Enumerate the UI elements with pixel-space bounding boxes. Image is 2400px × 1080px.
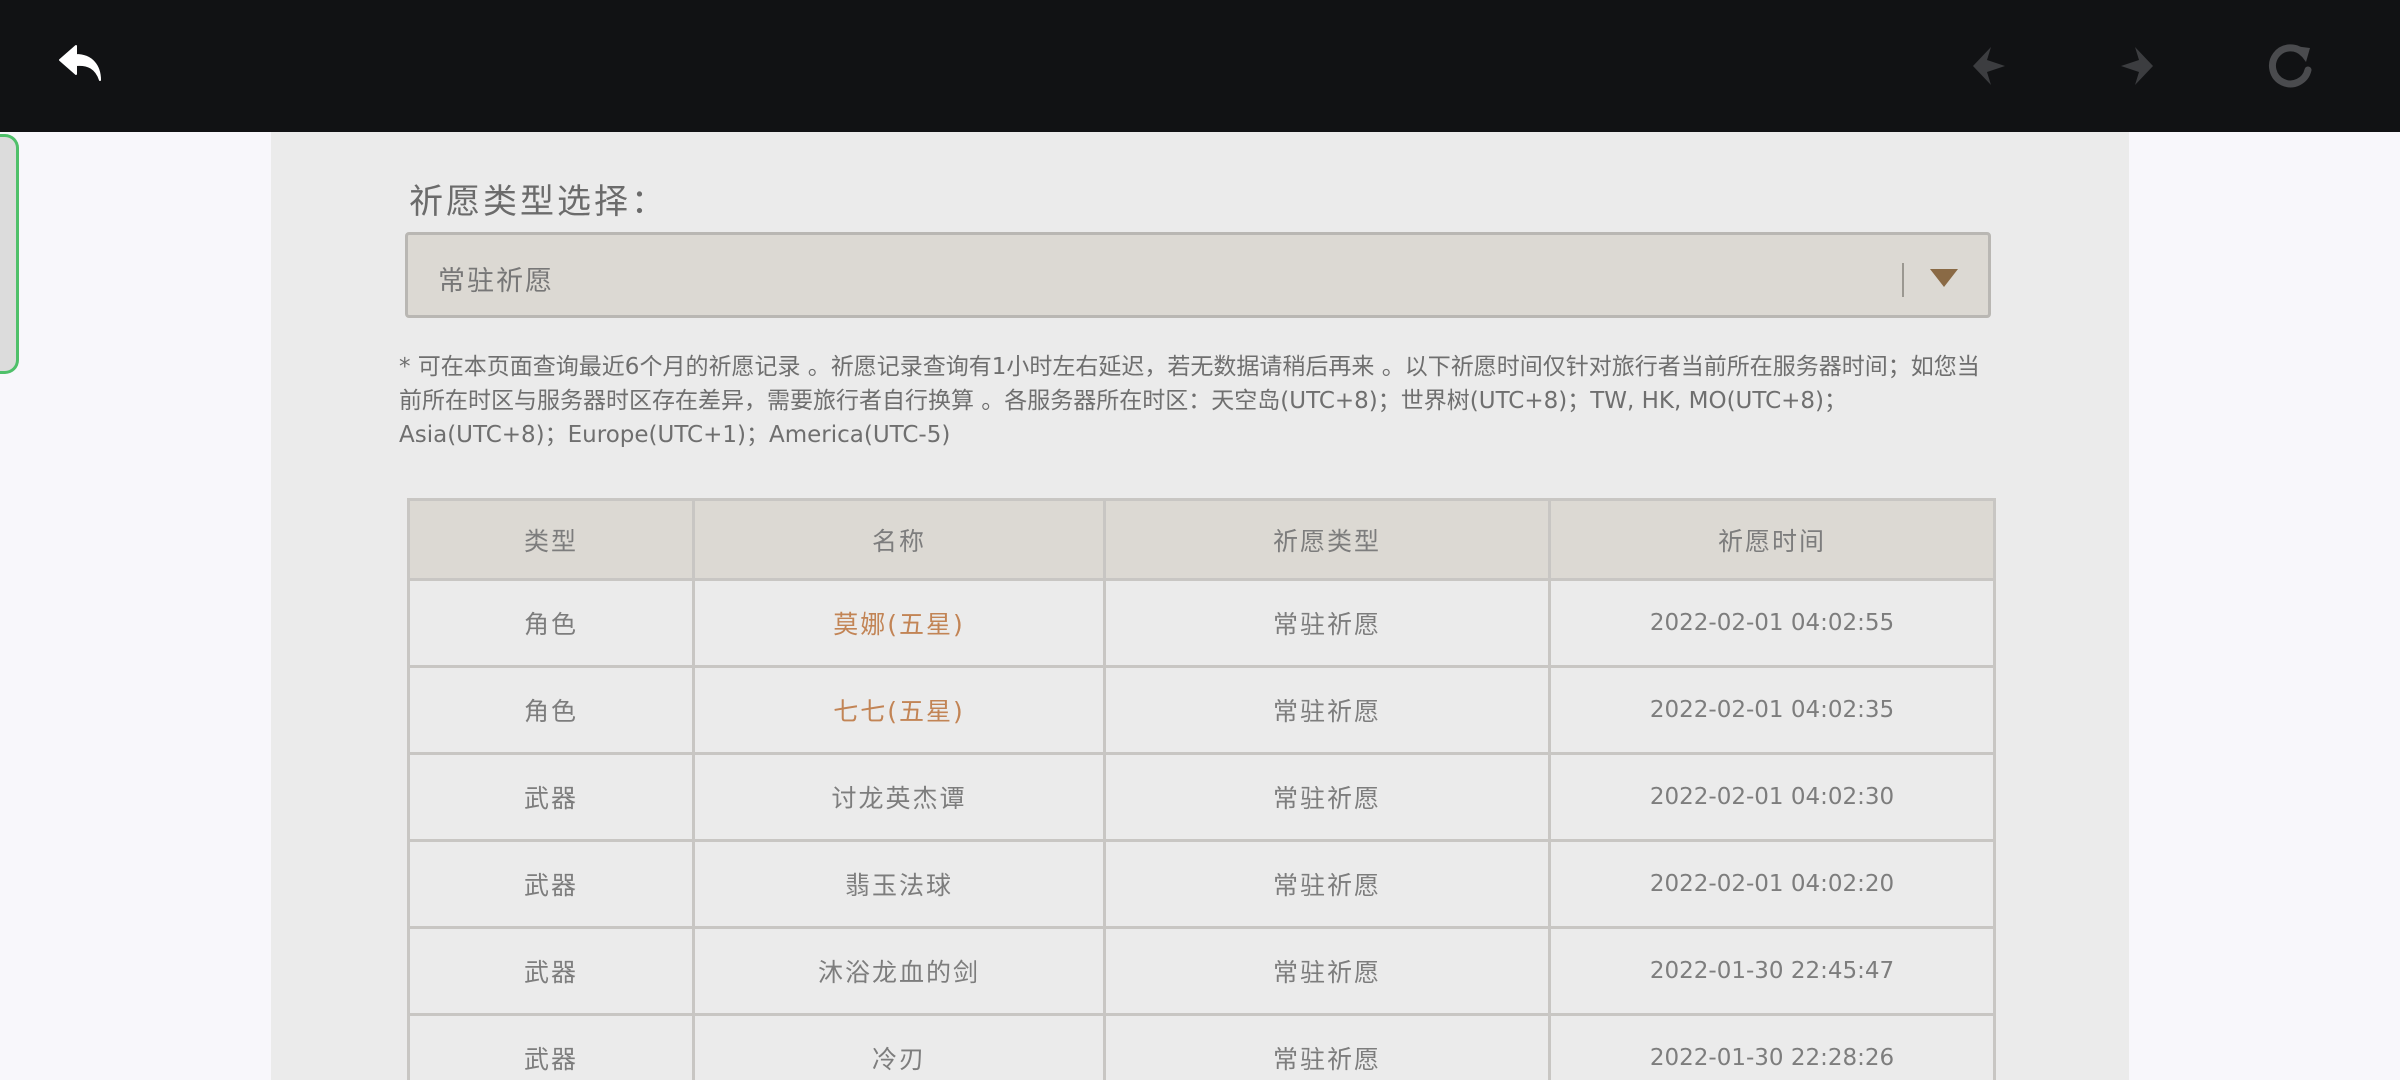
table-row: 武器 冷刃 常驻祈愿 2022-01-30 22:28:26: [407, 1013, 1996, 1080]
nav-prev-button[interactable]: [1954, 30, 2026, 102]
cell-time: 2022-02-01 04:02:20: [1548, 839, 1996, 929]
header-wish-time: 祈愿时间: [1548, 498, 1996, 581]
cell-wish-type: 常驻祈愿: [1103, 752, 1551, 842]
cell-name: 莫娜(五星): [692, 578, 1106, 668]
nav-next-icon: [2121, 47, 2153, 85]
wish-type-label: 祈愿类型选择：: [409, 182, 668, 222]
table-row: 武器 沐浴龙血的剑 常驻祈愿 2022-01-30 22:45:47: [407, 926, 1996, 1016]
refresh-button[interactable]: [2254, 30, 2326, 102]
wish-type-selected-value: 常驻祈愿: [438, 266, 554, 297]
cell-type: 武器: [407, 926, 695, 1016]
cell-type: 角色: [407, 665, 695, 755]
cell-type: 武器: [407, 752, 695, 842]
nav-next-button[interactable]: [2100, 30, 2172, 102]
refresh-icon: [2269, 44, 2312, 88]
chevron-down-icon: [1930, 269, 1958, 287]
query-notice: * 可在本页面查询最近6个月的祈愿记录 。祈愿记录查询有1小时左右延迟，若无数据…: [399, 354, 1980, 448]
cell-time: 2022-02-01 04:02:30: [1548, 752, 1996, 842]
side-drawer-handle[interactable]: [0, 134, 19, 374]
back-button[interactable]: [46, 30, 118, 102]
wish-records-table: 类型 名称 祈愿类型 祈愿时间 角色 莫娜(五星) 常驻祈愿 2022-02-0…: [407, 498, 1996, 1080]
cell-wish-type: 常驻祈愿: [1103, 839, 1551, 929]
cell-time: 2022-02-01 04:02:35: [1548, 665, 1996, 755]
cell-name: 翡玉法球: [692, 839, 1106, 929]
wish-type-select[interactable]: 常驻祈愿: [405, 232, 1991, 318]
cell-wish-type: 常驻祈愿: [1103, 665, 1551, 755]
cell-type: 武器: [407, 1013, 695, 1080]
table-header-row: 类型 名称 祈愿类型 祈愿时间: [407, 498, 1996, 581]
table-row: 武器 翡玉法球 常驻祈愿 2022-02-01 04:02:20: [407, 839, 1996, 929]
select-divider: [1902, 263, 1904, 297]
table-row: 武器 讨龙英杰谭 常驻祈愿 2022-02-01 04:02:30: [407, 752, 1996, 842]
cell-time: 2022-01-30 22:28:26: [1548, 1013, 1996, 1080]
cell-name: 冷刃: [692, 1013, 1106, 1080]
cell-time: 2022-01-30 22:45:47: [1548, 926, 1996, 1016]
table-row: 角色 七七(五星) 常驻祈愿 2022-02-01 04:02:35: [407, 665, 1996, 755]
cell-wish-type: 常驻祈愿: [1103, 926, 1551, 1016]
cell-type: 武器: [407, 839, 695, 929]
back-arrow-icon: [59, 45, 101, 81]
cell-wish-type: 常驻祈愿: [1103, 1013, 1551, 1080]
cell-name: 七七(五星): [692, 665, 1106, 755]
cell-time: 2022-02-01 04:02:55: [1548, 578, 1996, 668]
header-type: 类型: [407, 498, 695, 581]
header-wish-type: 祈愿类型: [1103, 498, 1551, 581]
cell-type: 角色: [407, 578, 695, 668]
nav-prev-icon: [1973, 47, 2005, 85]
cell-name: 讨龙英杰谭: [692, 752, 1106, 842]
cell-wish-type: 常驻祈愿: [1103, 578, 1551, 668]
header-name: 名称: [692, 498, 1106, 581]
cell-name: 沐浴龙血的剑: [692, 926, 1106, 1016]
wish-history-panel: 祈愿类型选择： 常驻祈愿 * 可在本页面查询最近6个月的祈愿记录 。祈愿记录查询…: [271, 132, 2129, 1080]
top-toolbar: [0, 0, 2400, 132]
table-row: 角色 莫娜(五星) 常驻祈愿 2022-02-01 04:02:55: [407, 578, 1996, 668]
